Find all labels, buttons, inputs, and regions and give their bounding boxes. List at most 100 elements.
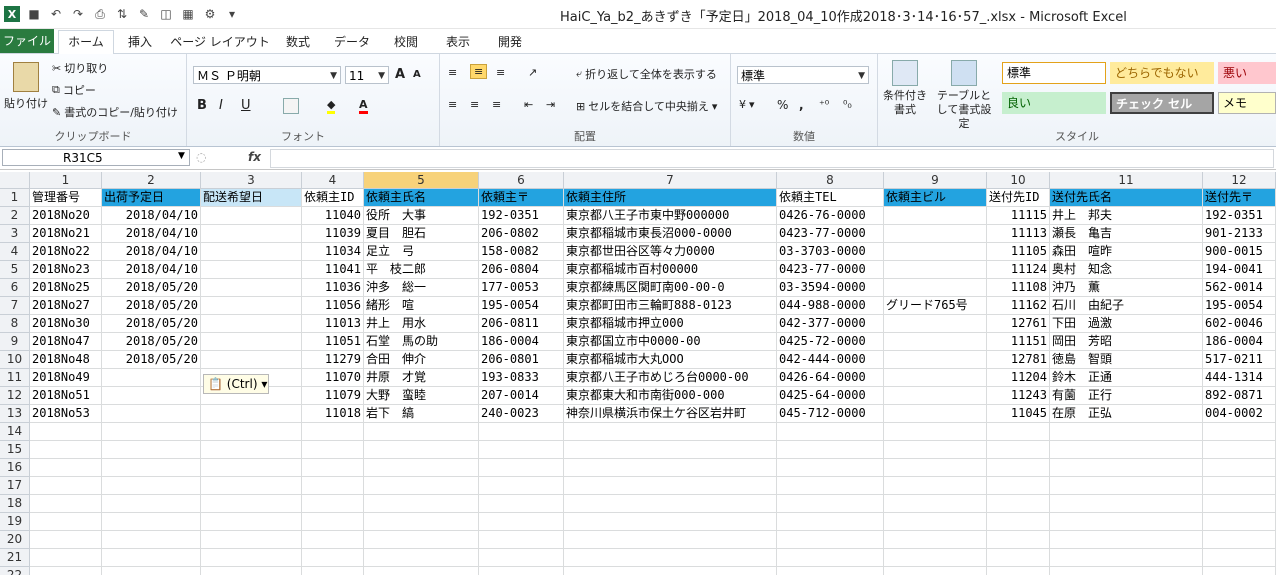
increase-indent-button[interactable]: ⇥ <box>546 98 555 111</box>
tools-icon[interactable]: ⚙ <box>202 6 218 22</box>
tab-page-layout[interactable]: ページ レイアウト <box>170 31 270 53</box>
row-header[interactable]: 22 <box>0 567 30 575</box>
table-cell[interactable]: 042-377-0000 <box>777 315 884 333</box>
row-header[interactable]: 19 <box>0 513 30 531</box>
table-cell[interactable]: 11105 <box>987 243 1050 261</box>
align-top-button[interactable]: ≡ <box>448 66 457 79</box>
align-bottom-button[interactable]: ≡ <box>496 66 505 79</box>
formula-input[interactable] <box>270 149 1274 168</box>
table-cell[interactable] <box>30 567 102 575</box>
table-cell[interactable] <box>564 513 777 531</box>
table-cell[interactable] <box>201 207 302 225</box>
table-cell[interactable] <box>479 495 564 513</box>
table-cell[interactable] <box>364 441 479 459</box>
table-cell[interactable]: 岡田 芳昭 <box>1050 333 1203 351</box>
table-cell[interactable]: 11079 <box>302 387 364 405</box>
table-cell[interactable] <box>302 459 364 477</box>
row-header[interactable]: 1 <box>0 189 30 207</box>
number-format-select[interactable]: 標準 ▼ <box>737 66 869 84</box>
tab-file[interactable]: ファイル <box>0 29 54 53</box>
table-cell[interactable]: 2018No21 <box>30 225 102 243</box>
table-cell[interactable]: 11013 <box>302 315 364 333</box>
table-cell[interactable] <box>1203 549 1276 567</box>
table-cell[interactable] <box>884 459 987 477</box>
row-header[interactable]: 13 <box>0 405 30 423</box>
table-cell[interactable]: 瀬長 亀吉 <box>1050 225 1203 243</box>
format-as-table-button[interactable]: テーブルとして書式設定 <box>932 60 996 131</box>
table-cell[interactable]: 517-0211 <box>1203 351 1276 369</box>
row-header[interactable]: 16 <box>0 459 30 477</box>
table-cell[interactable]: 石川 由紀子 <box>1050 297 1203 315</box>
table-cell[interactable]: 2018No20 <box>30 207 102 225</box>
table-cell[interactable] <box>201 225 302 243</box>
header-cell[interactable]: 出荷予定日 <box>102 189 201 207</box>
table-cell[interactable]: 東京都国立市中0000-00 <box>564 333 777 351</box>
table-cell[interactable]: 2018No47 <box>30 333 102 351</box>
table-cell[interactable] <box>777 423 884 441</box>
table-cell[interactable]: 神奈川県横浜市保土ケ谷区岩井町 <box>564 405 777 423</box>
table-cell[interactable] <box>884 243 987 261</box>
column-header[interactable]: 3 <box>201 172 302 189</box>
chevron-down-icon[interactable]: ▼ <box>178 151 185 161</box>
table-cell[interactable]: 0426-64-0000 <box>777 369 884 387</box>
column-header[interactable]: 4 <box>302 172 364 189</box>
table-cell[interactable]: 0425-64-0000 <box>777 387 884 405</box>
save-icon[interactable]: ■ <box>26 6 42 22</box>
table-cell[interactable]: 森田 喧昨 <box>1050 243 1203 261</box>
table-cell[interactable]: 夏目 胆石 <box>364 225 479 243</box>
table-cell[interactable]: 2018/04/10 <box>102 207 201 225</box>
fill-color-button[interactable]: ◆ <box>327 98 336 114</box>
row-header[interactable]: 9 <box>0 333 30 351</box>
header-cell[interactable]: 依頼主ID <box>302 189 364 207</box>
header-cell[interactable]: 依頼主ビル <box>884 189 987 207</box>
table-cell[interactable] <box>201 423 302 441</box>
table-cell[interactable]: 2018/05/20 <box>102 279 201 297</box>
table-cell[interactable] <box>30 531 102 549</box>
table-cell[interactable]: 207-0014 <box>479 387 564 405</box>
table-cell[interactable]: 在原 正弘 <box>1050 405 1203 423</box>
style-normal[interactable]: 標準 <box>1002 62 1106 84</box>
row-header[interactable]: 15 <box>0 441 30 459</box>
table-cell[interactable]: 900-0015 <box>1203 243 1276 261</box>
table-cell[interactable] <box>102 567 201 575</box>
table-cell[interactable]: 0423-77-0000 <box>777 225 884 243</box>
table-cell[interactable]: 2018/05/20 <box>102 333 201 351</box>
percent-button[interactable]: % <box>777 98 788 112</box>
table-cell[interactable] <box>564 459 777 477</box>
font-size-select[interactable]: 11 ▼ <box>345 66 389 84</box>
table-cell[interactable]: 11070 <box>302 369 364 387</box>
row-header[interactable]: 6 <box>0 279 30 297</box>
table-cell[interactable] <box>1203 423 1276 441</box>
header-cell[interactable]: 管理番号 <box>30 189 102 207</box>
table-cell[interactable] <box>102 423 201 441</box>
table-cell[interactable] <box>777 513 884 531</box>
row-header[interactable]: 3 <box>0 225 30 243</box>
table-cell[interactable] <box>1203 513 1276 531</box>
table-cell[interactable]: 12761 <box>987 315 1050 333</box>
table-cell[interactable]: 2018No23 <box>30 261 102 279</box>
row-header[interactable]: 18 <box>0 495 30 513</box>
table-cell[interactable]: 602-0046 <box>1203 315 1276 333</box>
table-cell[interactable] <box>102 459 201 477</box>
table-cell[interactable]: 2018/05/20 <box>102 297 201 315</box>
table-cell[interactable] <box>102 531 201 549</box>
table-cell[interactable] <box>884 261 987 279</box>
table-cell[interactable]: 444-1314 <box>1203 369 1276 387</box>
print-icon[interactable]: ⎙ <box>92 6 108 22</box>
table-cell[interactable]: 徳島 智頭 <box>1050 351 1203 369</box>
table-cell[interactable] <box>1050 459 1203 477</box>
table-cell[interactable] <box>201 405 302 423</box>
table-cell[interactable]: 192-0351 <box>479 207 564 225</box>
merge-center-button[interactable]: ⊞ セルを結合して中央揃え ▾ <box>576 98 717 114</box>
row-header[interactable]: 8 <box>0 315 30 333</box>
table-cell[interactable]: 11036 <box>302 279 364 297</box>
column-header[interactable]: 9 <box>884 172 987 189</box>
column-header[interactable]: 1 <box>30 172 102 189</box>
table-cell[interactable]: 2018/04/10 <box>102 261 201 279</box>
table-cell[interactable] <box>1050 567 1203 575</box>
table-cell[interactable] <box>884 495 987 513</box>
style-good[interactable]: 良い <box>1002 92 1106 114</box>
tab-data[interactable]: データ <box>328 31 376 53</box>
table-cell[interactable] <box>302 531 364 549</box>
table-cell[interactable] <box>564 477 777 495</box>
